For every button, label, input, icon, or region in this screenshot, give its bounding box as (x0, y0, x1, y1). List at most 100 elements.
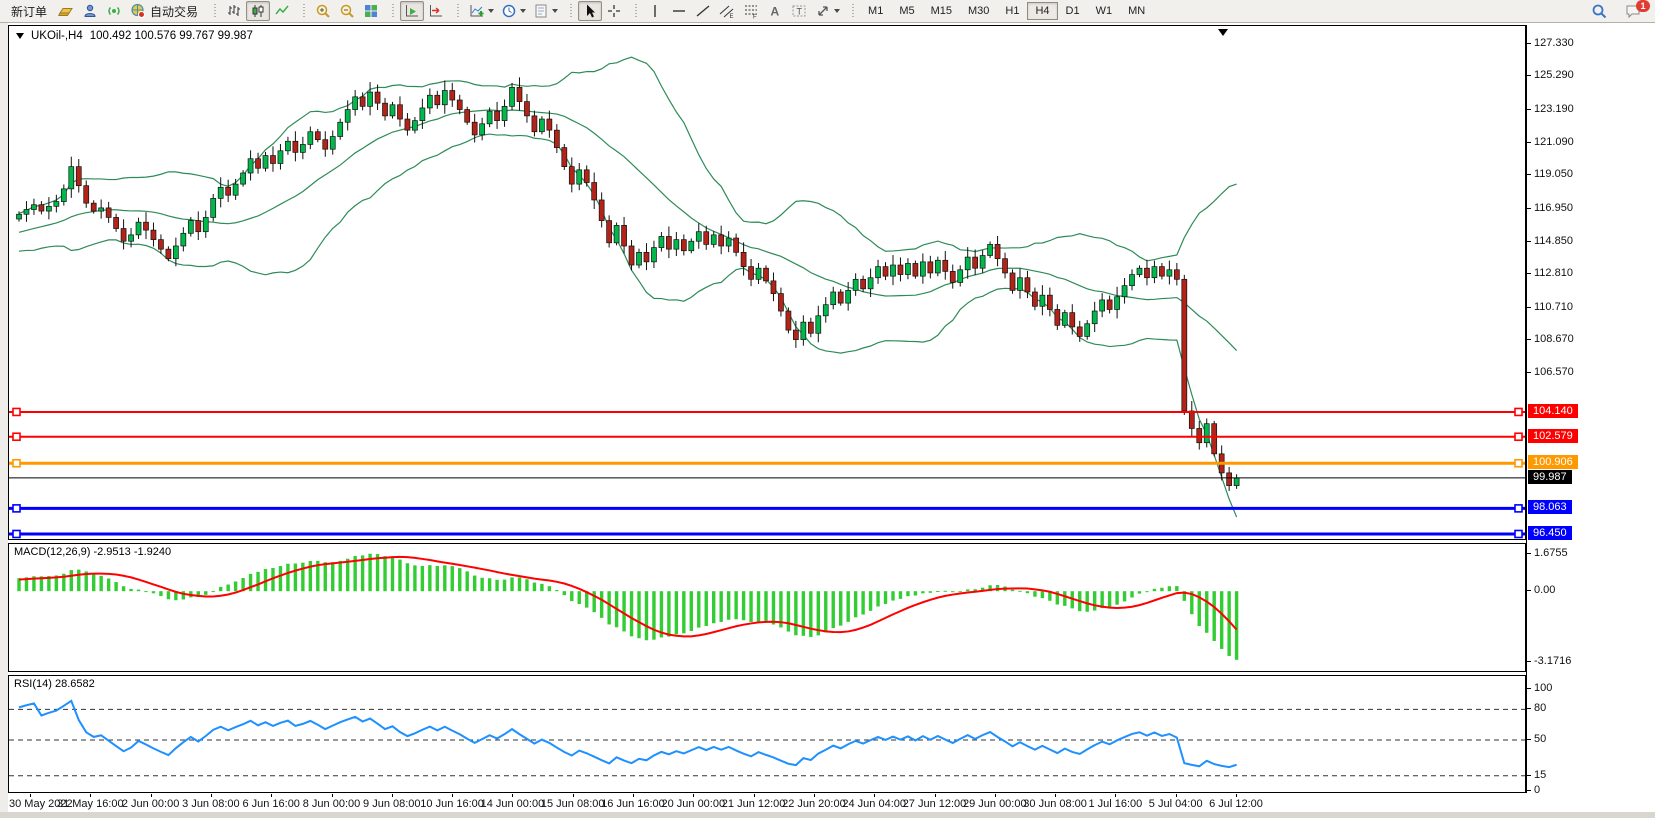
bear-candle (599, 200, 604, 221)
candlestick-chart-icon[interactable] (246, 1, 270, 21)
time-axis[interactable]: 30 May 202231 May 16:002 Jun 00:003 Jun … (8, 794, 1526, 812)
bear-candle (719, 235, 724, 246)
bull-candle (1234, 478, 1239, 486)
bull-candle (674, 240, 679, 250)
macd-histogram-bar (540, 584, 543, 591)
timeframe-h1[interactable]: H1 (997, 2, 1027, 20)
profile-icon[interactable] (78, 1, 102, 21)
timeframe-m30[interactable]: M30 (960, 2, 997, 20)
time-tick-mark (211, 794, 212, 797)
text-icon[interactable]: A (763, 1, 787, 21)
bull-candle (211, 198, 216, 217)
macd-histogram-bar (690, 591, 693, 631)
level-line-handle[interactable] (1515, 505, 1522, 512)
macd-histogram-bar (1168, 586, 1171, 591)
macd-histogram-bar (488, 578, 491, 591)
bear-candle (375, 92, 380, 103)
bull-candle (965, 257, 970, 270)
rsi-tick-mark (1527, 688, 1531, 689)
level-line-handle[interactable] (13, 505, 20, 512)
macd-histogram-bar (645, 591, 648, 640)
horizontal-line-icon[interactable] (667, 1, 691, 21)
level-line-handle[interactable] (1515, 408, 1522, 415)
macd-indicator-panel[interactable]: MACD(12,26,9) -2.9513 -1.9240 (8, 543, 1526, 672)
line-chart-icon[interactable] (270, 1, 294, 21)
bull-candle (136, 222, 141, 235)
timeframe-w1[interactable]: W1 (1088, 2, 1121, 20)
templates-icon[interactable] (529, 1, 561, 21)
bear-candle (973, 257, 978, 268)
bear-candle (143, 222, 148, 230)
bear-candle (898, 265, 903, 275)
level-line-handle[interactable] (13, 433, 20, 440)
cursor-icon (582, 3, 599, 20)
bull-candle (846, 290, 851, 303)
cursor-icon[interactable] (578, 1, 602, 21)
timeframe-h4[interactable]: H4 (1027, 2, 1057, 20)
periods-icon[interactable] (497, 1, 529, 21)
level-line-handle[interactable] (13, 460, 20, 467)
bull-candle (241, 173, 246, 184)
zoom-out-icon[interactable] (335, 1, 359, 21)
crosshair-icon[interactable] (602, 1, 626, 21)
timeframe-d1[interactable]: D1 (1058, 2, 1088, 20)
bull-candle (539, 119, 544, 132)
bull-candle (330, 137, 335, 150)
signal-icon[interactable] (102, 1, 126, 21)
bear-candle (1197, 428, 1202, 442)
arrows-icon[interactable] (811, 1, 843, 21)
trendline-icon[interactable] (691, 1, 715, 21)
timeframe-mn[interactable]: MN (1120, 2, 1153, 20)
tile-windows-icon (363, 3, 380, 20)
bear-candle (883, 267, 888, 277)
level-line-handle[interactable] (13, 408, 20, 415)
tile-windows-icon[interactable] (359, 1, 383, 21)
timeframe-m5[interactable]: M5 (891, 2, 922, 20)
rsi-chart[interactable] (9, 676, 1525, 792)
bull-candle (61, 189, 66, 202)
svg-text:F: F (753, 15, 757, 20)
bear-candle (644, 252, 649, 262)
zoom-in-icon[interactable] (311, 1, 335, 21)
price-axis[interactable]: 127.330125.290123.190121.090119.050116.9… (1526, 25, 1655, 793)
bull-candle (689, 241, 694, 251)
indicators-icon[interactable] (465, 1, 497, 21)
level-line-handle[interactable] (1515, 460, 1522, 467)
macd-histogram-bar (570, 591, 573, 601)
candlestick-chart[interactable] (9, 26, 1525, 539)
timeframe-m1[interactable]: M1 (860, 2, 891, 20)
chart-shift-icon[interactable] (424, 1, 448, 21)
bull-candle (510, 87, 515, 106)
macd-histogram-bar (697, 591, 700, 627)
time-tick-label: 15 Jun 08:00 (541, 798, 605, 810)
timeframe-m15[interactable]: M15 (923, 2, 960, 20)
rsi-indicator-panel[interactable]: RSI(14) 28.6582 (8, 675, 1526, 793)
macd-histogram-bar (1145, 591, 1148, 592)
label-icon[interactable]: T (787, 1, 811, 21)
time-tick-label: 30 Jun 08:00 (1023, 798, 1087, 810)
equidistant-channel-icon[interactable]: E (715, 1, 739, 21)
gold-icon[interactable] (54, 1, 78, 21)
chart-menu-triangle-icon[interactable] (16, 33, 24, 39)
bear-candle (1003, 259, 1008, 273)
level-line-handle[interactable] (13, 530, 20, 537)
fibonacci-icon[interactable]: F (739, 1, 763, 21)
macd-histogram-bar (1011, 590, 1014, 592)
new-order-button[interactable]: 新订单 (4, 1, 54, 21)
dropdown-caret-icon (552, 9, 558, 13)
level-line-handle[interactable] (1515, 433, 1522, 440)
search-icon[interactable] (1587, 1, 1611, 21)
chat-icon[interactable]: 1 (1621, 1, 1645, 21)
macd-histogram-bar (817, 591, 820, 635)
macd-chart[interactable] (9, 544, 1525, 671)
bull-candle (935, 260, 940, 273)
chart-shift-marker[interactable] (1218, 29, 1228, 36)
auto-scroll-icon[interactable] (400, 1, 424, 21)
vertical-line-icon[interactable] (643, 1, 667, 21)
level-line-handle[interactable] (1515, 530, 1522, 537)
bollinger-upper-band (19, 57, 1237, 261)
price-chart-panel[interactable]: UKOil-,H4 100.492 100.576 99.767 99.987 (8, 25, 1526, 540)
price-tick-label: 116.950 (1534, 202, 1573, 214)
bar-chart-icon[interactable] (222, 1, 246, 21)
auto-trading-button[interactable]: 自动交易 (126, 1, 205, 21)
